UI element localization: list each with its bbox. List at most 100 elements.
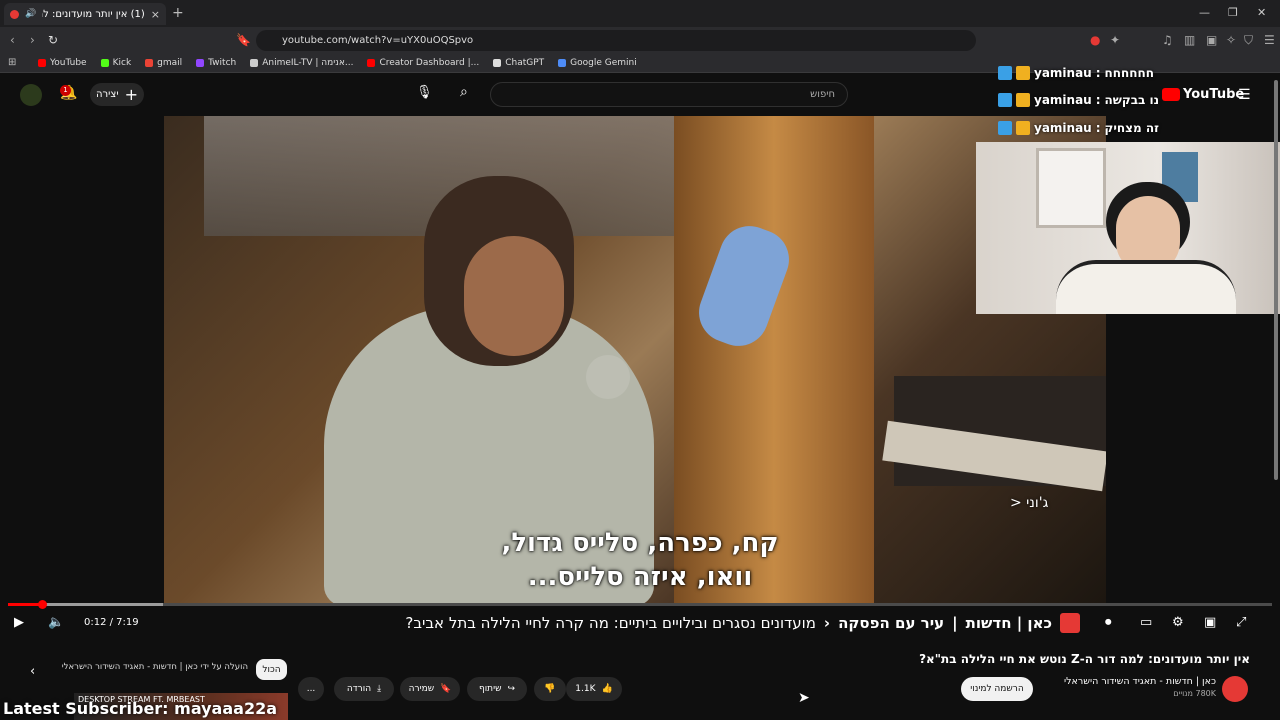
miniplayer-icon[interactable]: ▣ <box>1204 615 1216 630</box>
media-icon[interactable]: ♫ <box>1162 33 1173 47</box>
bookmark-label: AnimeIL-TV | אנימה... <box>262 58 354 68</box>
microphone-icon[interactable]: 🎙 <box>416 85 433 100</box>
bookmark-kick[interactable]: Kick <box>100 58 131 68</box>
bookmark-icon[interactable]: 🔖 <box>236 33 251 47</box>
maximize-button[interactable]: ❐ <box>1228 6 1238 19</box>
fullscreen-icon[interactable]: ⤢ <box>1236 615 1246 630</box>
chip-uploaded-by[interactable]: הועלה על ידי כאן | חדשות - תאגיד השידור … <box>58 662 248 678</box>
browser-nav-bar: ‹ › ↻ 🔖 youtube.com/watch?v=uYX0uOQSpvo … <box>0 27 1280 54</box>
sidebar-icon[interactable]: ▥ <box>1184 33 1195 47</box>
video-title: אין יותר מועדונים: למה דור ה-Z נוטש את ח… <box>919 652 1250 666</box>
chat-message: נו בבקשה <box>1104 93 1160 107</box>
play-button[interactable]: ▶ <box>14 615 24 630</box>
settings-gear-icon[interactable]: ⚙ <box>1172 615 1184 630</box>
apps-grid-icon[interactable]: ⊞ <box>8 57 16 68</box>
bookmark-twitch[interactable]: Twitch <box>196 58 236 68</box>
overlay-chat-message: yaminau : זה מצחיק <box>998 117 1280 139</box>
back-icon[interactable]: ‹ <box>10 33 15 47</box>
overlay-youtube-logo: YouTube <box>1162 87 1244 102</box>
chapter-title[interactable]: כאן | חדשות | עיר עם הפסקה ‹ מועדונים נס… <box>320 610 1080 636</box>
creator-dashboard-icon <box>367 59 376 67</box>
reload-icon[interactable]: ↻ <box>48 33 58 47</box>
recording-icon <box>10 9 19 19</box>
mouse-cursor-icon: ➤ <box>798 690 810 706</box>
progress-bar[interactable] <box>8 603 1272 606</box>
thumbs-down-icon: 👎 <box>544 684 556 694</box>
wallet-icon[interactable]: ▣ <box>1206 33 1217 47</box>
gemini-icon <box>558 59 567 67</box>
close-window-button[interactable]: ✕ <box>1257 6 1266 19</box>
bookmark-youtube[interactable]: YouTube <box>38 58 87 68</box>
chat-colon: : <box>1095 93 1101 107</box>
download-label: הורדה <box>346 684 372 694</box>
subscribe-button[interactable]: הרשמה למינוי <box>961 677 1033 701</box>
shield-icon[interactable]: ⛉ <box>1244 33 1253 48</box>
chatgpt-icon <box>493 59 502 67</box>
captions-icon[interactable]: ▭ <box>1140 615 1152 630</box>
bookmark-label: gmail <box>157 58 183 68</box>
chapter-show: עיר עם הפסקה <box>838 614 945 632</box>
share-button[interactable]: שיתוף ↪ <box>467 677 527 701</box>
create-button[interactable]: יצירה + <box>90 83 144 106</box>
user-avatar[interactable] <box>20 84 42 106</box>
chat-user: yaminau <box>1034 66 1092 80</box>
search-icon[interactable]: ⌕ <box>460 84 468 100</box>
minimize-button[interactable]: — <box>1199 6 1210 19</box>
bookmark-label: YouTube <box>50 58 87 68</box>
extensions-puzzle-icon[interactable]: ✦ <box>1110 33 1120 47</box>
extension-icon[interactable]: ● <box>1090 33 1100 47</box>
bookmark-gemini[interactable]: Google Gemini <box>558 58 637 68</box>
time-display: 0:12 / 7:19 <box>84 617 139 628</box>
plus-icon: + <box>124 85 138 104</box>
chips-left-arrow-icon[interactable]: ‹ <box>30 664 35 679</box>
video-subtitles: קח, כפרה, סלייס גדול, וואו, איזה סלייס..… <box>360 526 920 594</box>
like-button[interactable]: 1.1K 👍 <box>566 677 622 701</box>
chapter-name: מועדונים נסגרים ובילויים ביתיים: מה קרה … <box>405 614 816 632</box>
menu-icon[interactable]: ☰ <box>1264 33 1275 47</box>
browser-tab[interactable]: 🔊 (1) אין יותר מועדונים: למה דור × <box>4 3 166 25</box>
speaker-caption: ג'וני < <box>1010 495 1049 511</box>
more-actions-button[interactable]: ... <box>298 677 324 701</box>
bookmark-gmail[interactable]: gmail <box>145 58 182 68</box>
gmail-icon <box>145 59 154 67</box>
latest-subscriber-banner: Latest Subscriber: mayaaa22a <box>3 699 278 718</box>
more-icon: ... <box>306 684 316 694</box>
save-button[interactable]: שמירה 🔖 <box>400 677 460 701</box>
chat-colon: : <box>1095 121 1101 135</box>
notification-badge: 1 <box>60 85 71 96</box>
chip-all[interactable]: הכול <box>256 659 287 680</box>
forward-icon[interactable]: › <box>30 33 35 47</box>
animeil-icon <box>250 59 259 67</box>
bookmark-chatgpt[interactable]: ChatGPT <box>493 58 544 68</box>
youtube-menu-icon[interactable]: ☰ <box>1238 87 1251 103</box>
webcam-window <box>1036 148 1106 228</box>
save-label: שמירה <box>408 684 435 694</box>
new-tab-button[interactable]: + <box>172 5 184 21</box>
address-bar[interactable]: youtube.com/watch?v=uYX0uOQSpvo <box>256 30 976 51</box>
autoplay-toggle[interactable]: ⏺ <box>1105 615 1112 630</box>
chat-user: yaminau <box>1034 121 1092 135</box>
dislike-button[interactable]: 👎 <box>534 677 566 701</box>
ai-icon[interactable]: ✧ <box>1226 33 1236 47</box>
verified-badge-icon <box>998 121 1012 135</box>
bookmark-label: Google Gemini <box>570 58 637 68</box>
channel-name: כאן | חדשות - תאגיד השידור הישראלי <box>1064 676 1216 687</box>
page-scrollbar[interactable] <box>1274 80 1278 480</box>
url-text: youtube.com/watch?v=uYX0uOQSpvo <box>282 35 474 46</box>
speaker-icon[interactable]: 🔊 <box>25 9 36 19</box>
webcam-overlay <box>976 142 1280 314</box>
chat-user: yaminau <box>1034 93 1092 107</box>
subscriber-badge-icon <box>1016 121 1030 135</box>
overlay-chat-message: yaminau : חחחחחח <box>998 62 1280 84</box>
youtube-icon <box>38 59 46 67</box>
channel-info[interactable]: כאן | חדשות - תאגיד השידור הישראלי 780K … <box>1040 676 1216 698</box>
download-button[interactable]: הורדה ⤓ <box>334 677 394 701</box>
volume-icon[interactable]: 🔈 <box>48 615 64 630</box>
progress-fill <box>8 603 43 606</box>
close-tab-icon[interactable]: × <box>151 8 160 21</box>
bookmark-animeil[interactable]: AnimeIL-TV | אנימה... <box>250 58 353 68</box>
chevron-left-icon: ‹ <box>823 614 831 632</box>
channel-avatar[interactable] <box>1222 676 1248 702</box>
bookmark-creator-dashboard[interactable]: Creator Dashboard |... <box>367 58 479 68</box>
search-input[interactable]: חיפוש <box>490 82 848 107</box>
